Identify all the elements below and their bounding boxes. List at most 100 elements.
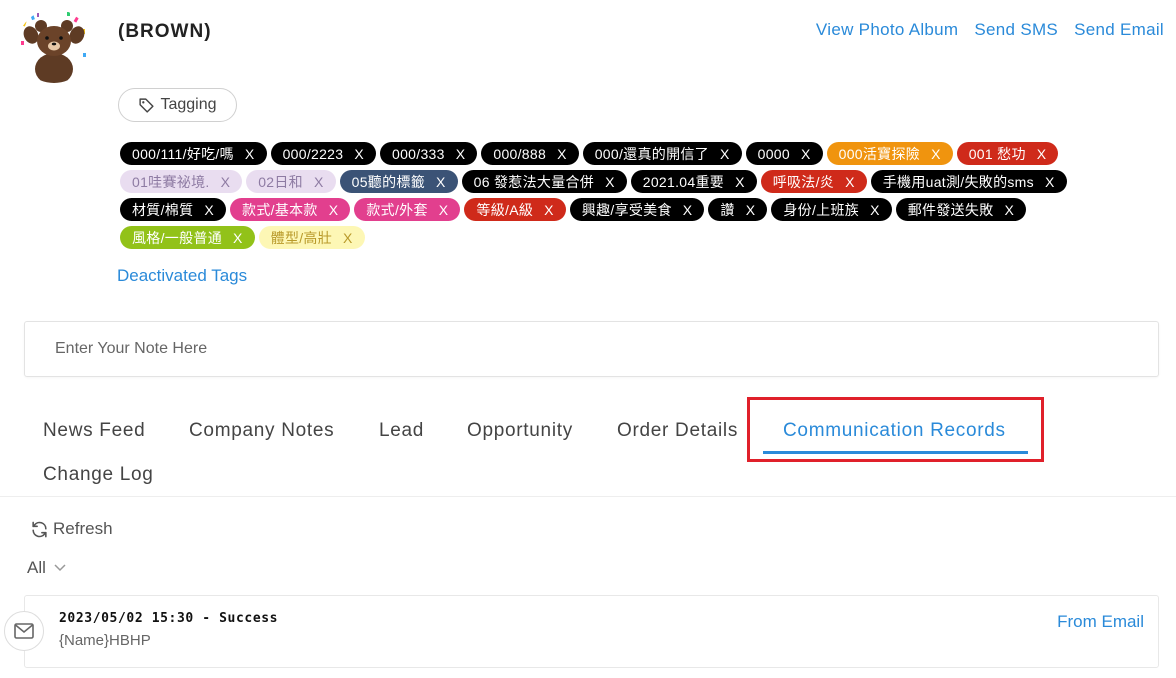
tag-remove-button[interactable]: X — [439, 202, 449, 218]
note-input[interactable] — [25, 322, 1158, 376]
tag-remove-button[interactable]: X — [683, 202, 693, 218]
tag-label: 05聽的標籤 — [351, 173, 425, 190]
tag-chip[interactable]: 款式/基本款 X — [230, 198, 351, 221]
avatar[interactable] — [17, 9, 91, 83]
brown-bear-avatar-image — [17, 9, 91, 83]
tag-remove-button[interactable]: X — [204, 202, 214, 218]
tag-chip[interactable]: 郵件發送失敗 X — [895, 198, 1027, 221]
tab-change-log[interactable]: Change Log — [43, 464, 154, 486]
tag-chip[interactable]: 06 發惹法大量合併 X — [461, 170, 627, 193]
chevron-down-icon — [54, 564, 66, 572]
tag-chip[interactable]: 000/888 X — [481, 142, 579, 165]
tag-chip[interactable]: 2021.04重要 X — [630, 170, 757, 193]
tag-remove-button[interactable]: X — [544, 202, 554, 218]
tag-chip[interactable]: 體型/高壯 X — [258, 226, 365, 249]
tag-chip[interactable]: 000/2223 X — [270, 142, 376, 165]
tag-remove-button[interactable]: X — [245, 146, 255, 162]
tag-label: 材質/棉質 — [132, 201, 194, 218]
tag-chip[interactable]: 材質/棉質 X — [120, 198, 227, 221]
record-type-badge — [4, 611, 44, 651]
tag-chip[interactable]: 讚X — [708, 198, 768, 221]
tab-company-notes[interactable]: Company Notes — [189, 420, 334, 442]
tag-label: 06 發惹法大量合併 — [473, 173, 595, 190]
tag-remove-button[interactable]: X — [1005, 202, 1015, 218]
tag-chip[interactable]: 000/111/好吃/嗎 X — [120, 142, 267, 165]
tag-label: 款式/外套 — [366, 201, 428, 218]
tag-label: 體型/高壯 — [270, 229, 333, 246]
tag-chip[interactable]: 01哇賽祕境. X — [120, 170, 243, 193]
tag-remove-button[interactable]: X — [870, 202, 880, 218]
refresh-button[interactable]: Refresh — [30, 519, 113, 539]
tag-remove-button[interactable]: X — [746, 202, 756, 218]
tagging-button[interactable]: Tagging — [118, 88, 237, 122]
tag-chip[interactable]: 呼吸法/炎 X — [760, 170, 867, 193]
tag-remove-button[interactable]: X — [720, 146, 730, 162]
tag-label: 款式/基本款 — [242, 201, 318, 218]
tag-remove-button[interactable]: X — [845, 174, 855, 190]
tag-label: 000/2223 — [282, 145, 344, 162]
tag-label: 000/還真的開信了 — [594, 145, 709, 162]
tag-chip[interactable]: 風格/一般普通 X — [120, 226, 255, 249]
filter-value: All — [27, 558, 46, 577]
tag-remove-button[interactable]: X — [329, 202, 339, 218]
tag-remove-button[interactable]: X — [1045, 174, 1055, 190]
tag-chip[interactable]: 000/還真的開信了 X — [582, 142, 742, 165]
tag-label: 興趣/享受美食 — [581, 201, 672, 218]
tag-chip[interactable]: 000活寶探險 X — [826, 142, 953, 165]
tag-chip[interactable]: 手機用uat測/失敗的sms X — [870, 170, 1067, 193]
refresh-icon — [32, 521, 47, 537]
tag-remove-button[interactable]: X — [931, 146, 941, 162]
tag-label: 風格/一般普通 — [132, 229, 222, 246]
tag-remove-button[interactable]: X — [801, 146, 811, 162]
tag-label: 身份/上班族 — [783, 201, 860, 218]
tag-chip[interactable]: 款式/外套 X — [354, 198, 461, 221]
mail-icon — [14, 623, 34, 639]
tab-lead[interactable]: Lead — [379, 420, 424, 442]
record-filter-select[interactable]: All — [27, 558, 66, 578]
tag-remove-button[interactable]: X — [314, 174, 324, 190]
tab-opportunity[interactable]: Opportunity — [467, 420, 573, 442]
record-timestamp-status: 2023/05/02 15:30 - Success — [59, 611, 279, 626]
tag-remove-button[interactable]: X — [233, 230, 243, 246]
tabs-divider — [0, 496, 1176, 497]
tag-chip[interactable]: 000/333 X — [380, 142, 478, 165]
tag-remove-button[interactable]: X — [1037, 146, 1047, 162]
tag-remove-button[interactable]: X — [735, 174, 745, 190]
tag-list: 000/111/好吃/嗎 X 000/2223 X 000/333 X 000/888 X 00… — [120, 142, 1100, 249]
deactivated-tags-link[interactable]: Deactivated Tags — [117, 266, 247, 286]
tag-label: 000/111/好吃/嗎 — [132, 145, 234, 162]
tag-remove-button[interactable]: X — [354, 146, 364, 162]
tag-chip[interactable]: 05聽的標籤 X — [339, 170, 458, 193]
tag-icon — [139, 97, 155, 113]
send-sms-link[interactable]: Send SMS — [974, 20, 1058, 40]
tag-remove-button[interactable]: X — [605, 174, 615, 190]
tag-label: 0000 — [757, 145, 790, 162]
tag-label: 001 愁功 — [968, 145, 1026, 162]
tag-chip[interactable]: 001 愁功 X — [956, 142, 1059, 165]
record-source-link[interactable]: From Email — [1057, 612, 1144, 632]
record-content: {Name}HBHP — [59, 632, 151, 649]
send-email-link[interactable]: Send Email — [1074, 20, 1164, 40]
tag-label: 000活寶探險 — [838, 145, 921, 162]
tag-chip[interactable]: 身份/上班族 X — [771, 198, 892, 221]
tag-label: 等級/A級 — [476, 201, 534, 218]
tag-chip[interactable]: 0000 X — [745, 142, 823, 165]
tab-order-details[interactable]: Order Details — [617, 420, 738, 442]
tag-label: 2021.04重要 — [642, 173, 725, 190]
tag-remove-button[interactable]: X — [221, 174, 231, 190]
tab-news-feed[interactable]: News Feed — [43, 420, 145, 442]
tag-remove-button[interactable]: X — [436, 174, 446, 190]
communication-record[interactable] — [24, 595, 1159, 668]
tag-remove-button[interactable]: X — [343, 230, 353, 246]
tag-chip[interactable]: 等級/A級 X — [464, 198, 566, 221]
tag-label: 郵件發送失敗 — [907, 201, 994, 218]
tag-label: 01哇賽祕境. — [132, 173, 210, 190]
tag-chip[interactable]: 02日和 X — [246, 170, 336, 193]
contact-name: (BROWN) — [118, 21, 212, 42]
tag-label: 000/888 — [493, 145, 547, 162]
tag-remove-button[interactable]: X — [557, 146, 567, 162]
tagging-label: Tagging — [160, 96, 217, 113]
tag-remove-button[interactable]: X — [456, 146, 466, 162]
view-photo-album-link[interactable]: View Photo Album — [816, 20, 958, 40]
tag-chip[interactable]: 興趣/享受美食 X — [569, 198, 705, 221]
